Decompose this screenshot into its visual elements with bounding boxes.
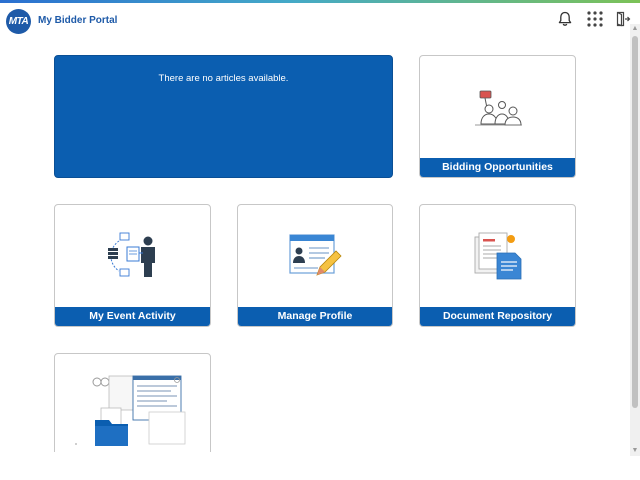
tile-label: Manage Profile bbox=[238, 307, 392, 326]
scroll-up-arrow-icon[interactable]: ▲ bbox=[630, 24, 640, 34]
scroll-thumb[interactable] bbox=[632, 36, 638, 408]
bidding-illustration-icon bbox=[472, 88, 524, 133]
tile-document-repository[interactable]: Document Repository bbox=[419, 204, 576, 327]
tile-manage-profile[interactable]: Manage Profile bbox=[237, 204, 393, 327]
page-bottom-area bbox=[0, 452, 630, 480]
tile-label: Bidding Opportunities bbox=[420, 158, 575, 177]
page-scrollbar[interactable]: ▲ ▼ bbox=[630, 24, 640, 456]
documents-illustration-icon bbox=[471, 231, 525, 286]
event-activity-illustration-icon bbox=[105, 231, 161, 284]
app-header: MTA My Bidder Portal bbox=[0, 3, 640, 37]
app-grid-icon[interactable] bbox=[584, 8, 606, 30]
tile-label: My Event Activity bbox=[55, 307, 210, 326]
profile-illustration-icon bbox=[288, 233, 342, 284]
tile-label: Document Repository bbox=[420, 307, 575, 326]
scroll-down-arrow-icon[interactable]: ▼ bbox=[630, 446, 640, 456]
forms-folder-illustration-icon bbox=[71, 368, 195, 453]
tile-my-event-activity[interactable]: My Event Activity bbox=[54, 204, 211, 327]
bell-icon[interactable] bbox=[554, 8, 576, 30]
no-articles-message: There are no articles available. bbox=[158, 73, 289, 84]
news-panel: There are no articles available. bbox=[54, 55, 393, 178]
portal-title[interactable]: My Bidder Portal bbox=[38, 15, 117, 26]
tile-bidding-opportunities[interactable]: Bidding Opportunities bbox=[419, 55, 576, 178]
mta-logo[interactable]: MTA bbox=[6, 9, 31, 34]
